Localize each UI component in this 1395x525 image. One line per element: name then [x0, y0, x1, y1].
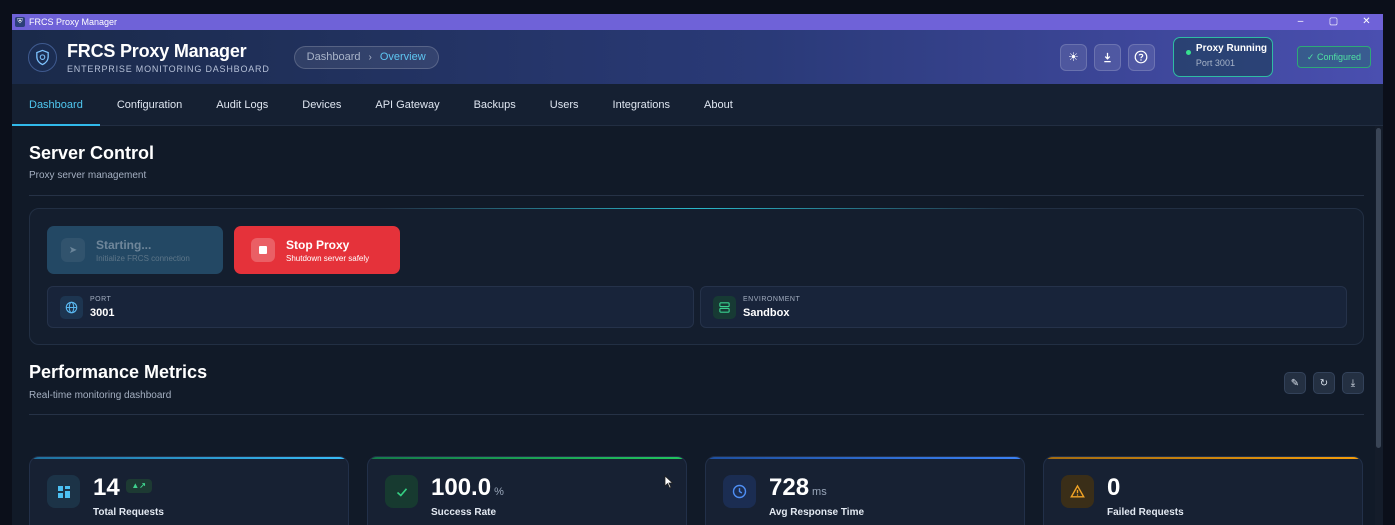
app-window: ⛨ FRCS Proxy Manager – ▢ ✕ FRCS Proxy Ma… [12, 14, 1383, 525]
tab-users[interactable]: Users [533, 84, 596, 125]
metric-card-total-requests: 14 ▲↗ Total Requests [29, 456, 349, 525]
metric-value: 0 [1107, 474, 1121, 501]
minimize-button[interactable]: – [1284, 14, 1317, 30]
main-tabs: Dashboard Configuration Audit Logs Devic… [12, 84, 1383, 126]
app-icon: ⛨ [15, 17, 25, 27]
server-control-title: Server Control [29, 143, 155, 163]
environment-value: Sandbox [743, 306, 790, 319]
server-icon [713, 295, 736, 319]
metric-accent-bar [1044, 457, 1362, 459]
download-icon [1104, 52, 1111, 62]
metric-card-avg-response-time: 728 ms Avg Response Time [705, 456, 1025, 525]
clock-icon [723, 475, 756, 508]
brand-subtitle: ENTERPRISE MONITORING DASHBOARD [67, 63, 270, 74]
metric-accent-bar [368, 457, 686, 459]
port-label: PORT [90, 295, 112, 303]
tab-about[interactable]: About [687, 84, 750, 125]
help-button[interactable] [1127, 43, 1155, 71]
globe-icon [60, 295, 83, 319]
brand-title: FRCS Proxy Manager [67, 40, 247, 61]
breadcrumb-separator: › [368, 51, 372, 63]
metric-value: 100.0 [431, 474, 492, 501]
metric-value: 14 [93, 474, 120, 501]
environment-label: ENVIRONMENT [743, 295, 801, 303]
port-value: 3001 [90, 306, 115, 319]
pencil-icon: ✎ [1290, 377, 1300, 389]
vertical-scrollbar[interactable] [1375, 126, 1383, 525]
tab-devices[interactable]: Devices [285, 84, 358, 125]
metric-accent-bar [30, 457, 348, 459]
tab-configuration[interactable]: Configuration [100, 84, 199, 125]
sun-icon: ☀ [1068, 50, 1079, 64]
edit-button[interactable]: ✎ [1284, 372, 1306, 394]
environment-tile: ENVIRONMENT Sandbox [700, 286, 1347, 328]
stop-proxy-button[interactable]: Stop Proxy Shutdown server safely [234, 226, 400, 274]
close-button[interactable]: ✕ [1350, 14, 1383, 30]
app-header: FRCS Proxy Manager ENTERPRISE MONITORING… [12, 30, 1383, 84]
server-control-card: ➤ Starting... Initialize FRCS connection… [29, 208, 1364, 345]
breadcrumb-root[interactable]: Dashboard [307, 51, 361, 63]
performance-subtitle: Real-time monitoring dashboard [29, 390, 172, 401]
help-icon [1135, 50, 1148, 64]
maximize-button[interactable]: ▢ [1317, 14, 1350, 30]
metric-label: Avg Response Time [769, 507, 865, 518]
status-dot [1185, 50, 1191, 55]
warning-icon [1061, 475, 1094, 508]
performance-title: Performance Metrics [29, 362, 208, 382]
divider [29, 414, 1364, 415]
metric-card-success-rate: 100.0% Success Rate [367, 456, 687, 525]
metric-label: Failed Requests [1107, 507, 1184, 518]
port-tile: PORT 3001 [47, 286, 694, 328]
grid-icon [47, 475, 80, 508]
main-content: Server Control Proxy server management ➤… [12, 126, 1375, 525]
tab-integrations[interactable]: Integrations [596, 84, 687, 125]
theme-toggle-button[interactable]: ☀ [1059, 43, 1087, 71]
start-button-label: Starting... [96, 237, 152, 252]
refresh-icon: ↻ [1319, 377, 1329, 389]
tab-audit-logs[interactable]: Audit Logs [199, 84, 285, 125]
start-proxy-button[interactable]: ➤ Starting... Initialize FRCS connection [47, 226, 223, 274]
send-icon: ➤ [61, 238, 85, 262]
mouse-cursor-icon [664, 475, 674, 489]
metric-value: 728 [769, 474, 810, 501]
export-button[interactable]: ⤓ [1342, 372, 1364, 394]
stop-button-label: Stop Proxy [286, 237, 350, 252]
proxy-status-title: Proxy Running [1195, 43, 1268, 54]
metric-card-failed-requests: 0 Failed Requests [1043, 456, 1363, 525]
proxy-status-card: Proxy Running Port 3001 [1172, 37, 1273, 77]
tab-backups[interactable]: Backups [457, 84, 533, 125]
refresh-button[interactable]: ↻ [1313, 372, 1335, 394]
shield-logo-icon [28, 42, 57, 72]
metric-unit: ms [812, 486, 827, 498]
tab-api-gateway[interactable]: API Gateway [358, 84, 456, 125]
metric-label: Total Requests [93, 507, 164, 518]
breadcrumb: Dashboard › Overview [293, 45, 439, 69]
proxy-status-detail: Port 3001 [1195, 58, 1235, 68]
server-control-subtitle: Proxy server management [29, 170, 147, 181]
trend-up-badge: ▲↗ [125, 478, 152, 493]
metric-label: Success Rate [431, 507, 497, 518]
stop-button-sublabel: Shutdown server safely [286, 253, 370, 263]
check-icon [385, 475, 418, 508]
tab-dashboard[interactable]: Dashboard [12, 84, 100, 126]
window-title: FRCS Proxy Manager [29, 17, 118, 27]
breadcrumb-current: Overview [379, 51, 426, 63]
metric-unit: % [494, 486, 504, 498]
start-button-sublabel: Initialize FRCS connection [96, 253, 190, 263]
title-bar: ⛨ FRCS Proxy Manager – ▢ ✕ [12, 14, 1383, 30]
metric-accent-bar [706, 457, 1024, 459]
divider [29, 195, 1364, 196]
configured-badge: ✓ Configured [1296, 46, 1371, 68]
download-button[interactable] [1093, 43, 1121, 71]
download-icon: ⤓ [1350, 377, 1356, 389]
scrollbar-thumb[interactable] [1376, 128, 1381, 448]
stop-icon [251, 238, 275, 262]
